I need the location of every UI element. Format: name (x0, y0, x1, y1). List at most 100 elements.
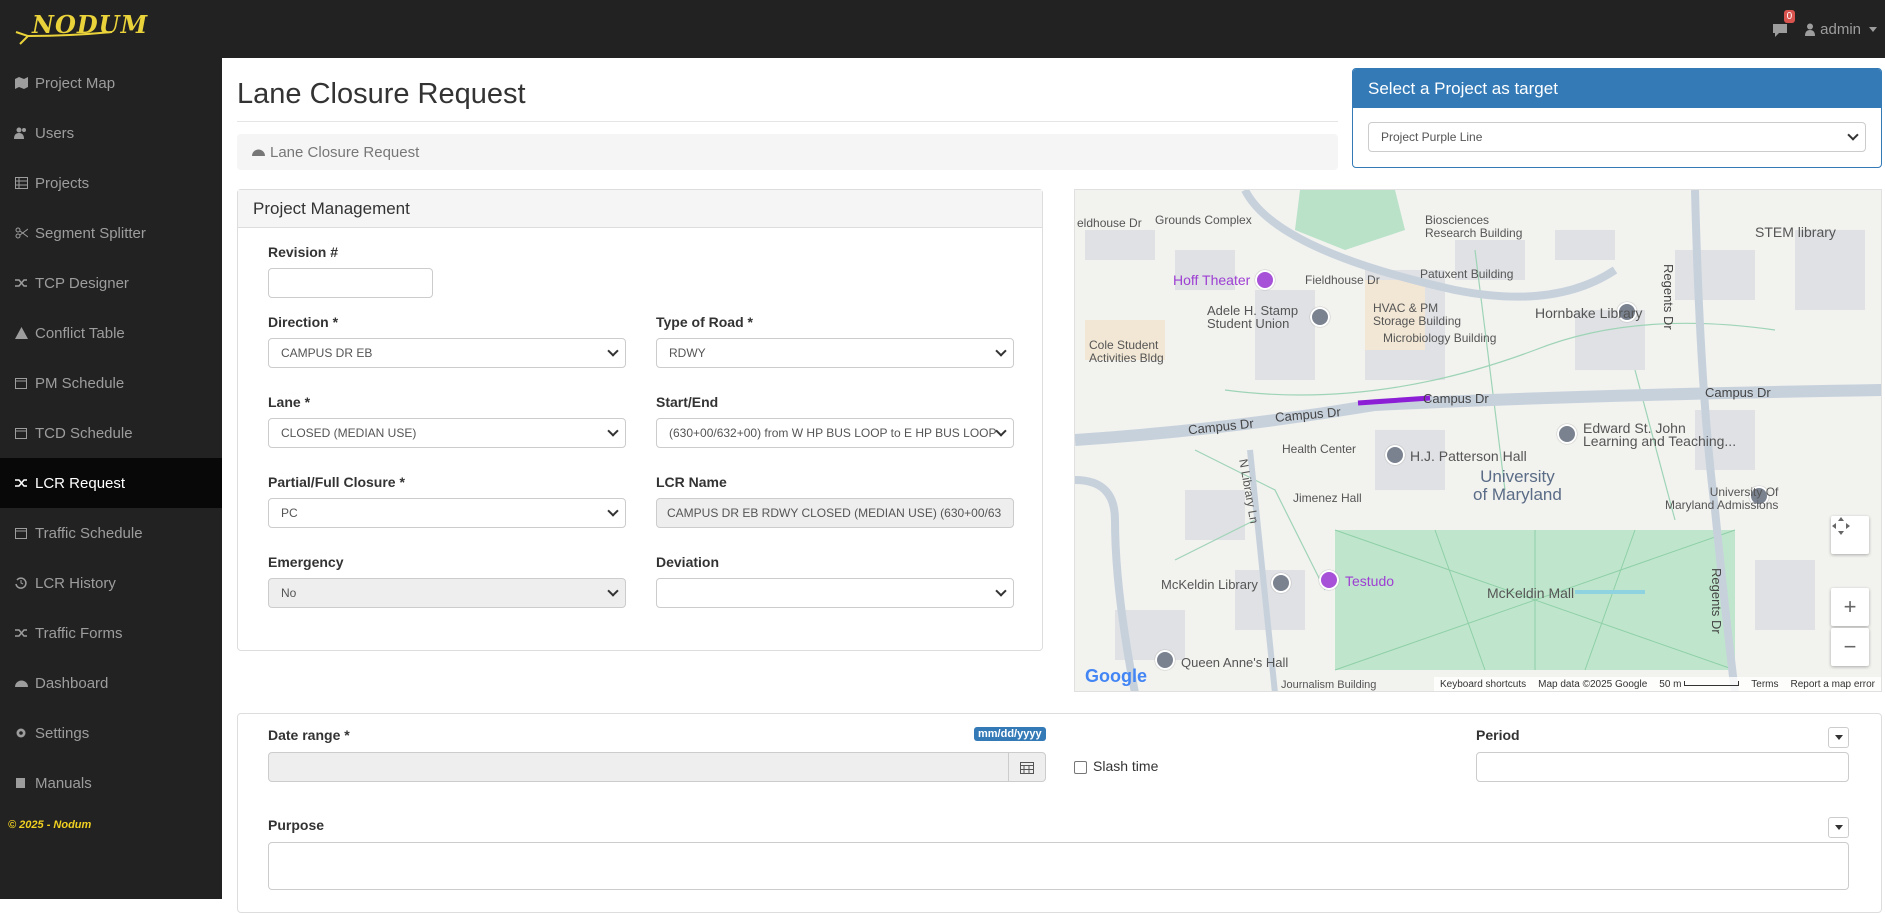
messages-icon[interactable]: 0 (1769, 10, 1796, 40)
map-label: Health Center (1282, 442, 1357, 456)
map-pin-icon[interactable] (1385, 445, 1405, 465)
sidebar-item-settings[interactable]: Settings (0, 708, 222, 758)
breadcrumb-item[interactable]: Lane Closure Request (270, 144, 419, 161)
period-input[interactable] (1476, 752, 1849, 782)
zoom-in-button[interactable]: + (1831, 588, 1869, 626)
history-icon (14, 576, 28, 590)
sidebar-item-tcd-schedule[interactable]: TCD Schedule (0, 408, 222, 458)
sidebar-item-project-map[interactable]: Project Map (0, 58, 222, 108)
direction-select[interactable]: CAMPUS DR EB (268, 338, 626, 368)
random-icon (14, 476, 28, 490)
map-label: H.J. Patterson Hall (1410, 448, 1527, 464)
sidebar-item-dashboard[interactable]: Dashboard (0, 658, 222, 708)
map-label: Patuxent Building (1420, 267, 1514, 281)
revision-input[interactable] (268, 268, 433, 298)
date-format-hint: mm/dd/yyyy (974, 727, 1046, 741)
slash-time-checkbox[interactable] (1074, 761, 1087, 774)
breadcrumb: Lane Closure Request (237, 134, 1338, 170)
sidebar-item-pm-schedule[interactable]: PM Schedule (0, 358, 222, 408)
minus-icon: − (1843, 634, 1857, 659)
caret-down-icon (1834, 735, 1843, 740)
purpose-textarea[interactable] (268, 842, 1849, 890)
sidebar-item-segment-splitter[interactable]: Segment Splitter (0, 208, 222, 258)
map-label: eldhouse Dr (1077, 216, 1142, 230)
chevron-down-icon (607, 345, 619, 357)
main-content: Lane Closure Request Lane Closure Reques… (222, 58, 1885, 913)
purpose-label: Purpose (268, 817, 325, 833)
sidebar-item-projects[interactable]: Projects (0, 158, 222, 208)
warning-icon (14, 326, 28, 340)
map-label: Edward St. John Learning and Teaching... (1583, 420, 1737, 449)
map-pin-icon[interactable] (1319, 570, 1339, 590)
sidebar-item-tcp-designer[interactable]: TCP Designer (0, 258, 222, 308)
sidebar-item-manuals[interactable]: Manuals (0, 758, 222, 808)
sidebar-item-conflict-table[interactable]: Conflict Table (0, 308, 222, 358)
map-label: Biosciences Research Building (1425, 213, 1523, 240)
map-pin-icon[interactable] (1255, 270, 1275, 290)
sidebar: Project Map Users Projects Segment Split… (0, 58, 222, 899)
target-panel-heading: Select a Project as target (1353, 69, 1881, 108)
project-map[interactable]: eldhouse Dr Grounds Complex Biosciences … (1074, 189, 1882, 692)
user-menu[interactable]: admin (1805, 21, 1877, 38)
period-dropdown-button[interactable] (1828, 727, 1849, 748)
map-pan-control[interactable] (1831, 516, 1869, 554)
sidebar-item-traffic-schedule[interactable]: Traffic Schedule (0, 508, 222, 558)
map-label: STEM library (1755, 224, 1836, 240)
random-icon (14, 276, 28, 290)
closure-select[interactable]: PC (268, 498, 626, 528)
purpose-dropdown-button[interactable] (1828, 817, 1849, 838)
start-end-label: Start/End (656, 394, 719, 410)
chevron-down-icon (1847, 129, 1859, 141)
book-icon (14, 776, 28, 790)
road-type-select[interactable]: RDWY (656, 338, 1014, 368)
map-label: Hoff Theater (1173, 272, 1251, 288)
map-pin-icon[interactable] (1155, 650, 1175, 670)
user-icon (1805, 23, 1816, 36)
random-icon (14, 626, 28, 640)
map-label: HVAC & PM Storage Building (1373, 301, 1462, 328)
zoom-out-button[interactable]: − (1831, 628, 1869, 666)
map-data-attribution: Map data ©2025 Google (1538, 678, 1648, 690)
lane-label: Lane * (268, 394, 311, 410)
sidebar-item-traffic-forms[interactable]: Traffic Forms (0, 608, 222, 658)
map-label: Campus Dr (1705, 385, 1771, 400)
map-pin-icon[interactable] (1271, 573, 1291, 593)
sidebar-item-users[interactable]: Users (0, 108, 222, 158)
calendar-icon (14, 526, 28, 540)
period-label: Period (1476, 727, 1520, 743)
map-label: University Of Maryland Admissions (1665, 485, 1779, 512)
target-project-select[interactable]: Project Purple Line (1368, 122, 1866, 152)
move-icon (1832, 517, 1850, 535)
emergency-label: Emergency (268, 554, 344, 570)
panel-heading: Project Management (238, 190, 1042, 228)
copyright: © 2025 - Nodum (8, 819, 92, 831)
map-pin-icon[interactable] (1310, 307, 1330, 327)
terms-link[interactable]: Terms (1751, 679, 1778, 690)
calendar-icon (1020, 761, 1034, 774)
lcr-name-label: LCR Name (656, 474, 727, 490)
map-label: Journalism Building (1281, 679, 1377, 691)
date-picker-button[interactable] (1008, 752, 1046, 782)
sidebar-item-lcr-history[interactable]: LCR History (0, 558, 222, 608)
nodum-logo[interactable]: NODUM (10, 6, 147, 48)
users-icon (14, 126, 28, 140)
road-type-label: Type of Road * (656, 314, 753, 330)
map-pin-icon[interactable] (1557, 424, 1577, 444)
map-label: Adele H. Stamp Student Union (1207, 303, 1299, 331)
sidebar-item-lcr-request[interactable]: LCR Request (0, 458, 222, 508)
map-label: Regents Dr (1709, 568, 1724, 634)
gear-icon (14, 726, 28, 740)
report-map-error-link[interactable]: Report a map error (1791, 679, 1875, 690)
keyboard-shortcuts-link[interactable]: Keyboard shortcuts (1440, 679, 1526, 690)
chevron-down-icon (607, 505, 619, 517)
google-logo: Google (1085, 666, 1147, 686)
dashboard-icon (14, 676, 28, 690)
map-label: University of Maryland (1473, 467, 1562, 504)
date-range-input (268, 752, 1009, 782)
closure-label: Partial/Full Closure * (268, 474, 405, 490)
start-end-select[interactable]: (630+00/632+00) from W HP BUS LOOP to E … (656, 418, 1014, 448)
deviation-select[interactable] (656, 578, 1014, 608)
lane-select[interactable]: CLOSED (MEDIAN USE) (268, 418, 626, 448)
user-name: admin (1820, 20, 1861, 38)
map-label: Hornbake Library (1535, 305, 1643, 321)
